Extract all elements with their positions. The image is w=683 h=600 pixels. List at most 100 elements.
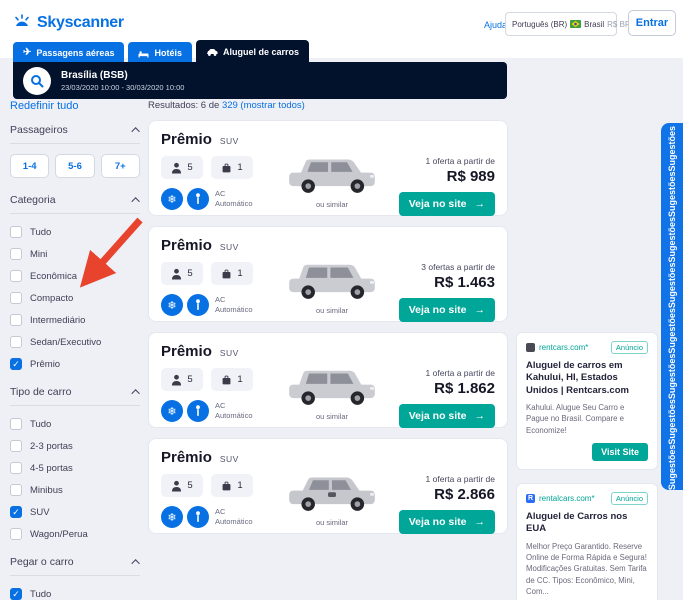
features-text: AC Automático: [215, 401, 253, 421]
section-passengers-header[interactable]: Passageiros: [10, 124, 140, 144]
checkbox-icon: [10, 292, 22, 304]
locale-language: Português (BR): [512, 19, 568, 29]
advertiser-favicon: R: [526, 493, 535, 503]
filter-category-sedan-executivo[interactable]: Sedan/Executivo: [10, 334, 140, 350]
product-tabs: ✈ Passagens aéreas Hotéis Aluguel de car…: [13, 40, 309, 64]
car-specs: 5 1 ❄ AC Automático: [161, 474, 281, 534]
advertiser-url[interactable]: rentalcars.com*: [539, 494, 607, 503]
filter-cartype-suv[interactable]: SUV: [10, 504, 140, 520]
person-icon: [172, 374, 182, 385]
car-category: Prêmio: [161, 131, 212, 148]
passengers-5-6-button[interactable]: 5-6: [55, 154, 95, 178]
section-category-title: Categoria: [10, 194, 56, 206]
price: R$ 2.866: [434, 486, 495, 503]
car-offer-card: Prêmio SUV 5 1 ❄ AC Automático ou simila…: [148, 438, 508, 534]
view-site-button[interactable]: Veja no site →: [398, 510, 495, 534]
offer-count-text: 1 oferta a partir de: [425, 474, 495, 484]
show-all-link[interactable]: 329 (mostrar todos): [222, 100, 305, 111]
car-specs: 5 1 ❄ AC Automático: [161, 156, 281, 216]
filter-cartype-tudo[interactable]: Tudo: [10, 416, 140, 432]
checkbox-label: 2-3 portas: [30, 440, 73, 452]
section-passengers-title: Passageiros: [10, 124, 68, 136]
car-offer-card: Prêmio SUV 5 1 ❄ AC Automático ou simila…: [148, 226, 508, 322]
view-site-button[interactable]: Veja no site →: [398, 298, 495, 322]
skyscanner-car-results-page: Skyscanner Ajuda Português (BR) Brasil R…: [0, 0, 683, 600]
ad-badge: Anúncio: [610, 491, 648, 505]
checkbox-label: Sedan/Executivo: [30, 336, 102, 348]
checkbox-label: Intermediário: [30, 314, 86, 326]
price: R$ 1.862: [434, 380, 495, 397]
car-category: Prêmio: [161, 449, 212, 466]
passengers-7plus-button[interactable]: 7+: [100, 154, 140, 178]
section-car-type-header[interactable]: Tipo de carro: [10, 386, 140, 406]
skyscanner-sun-icon: [12, 13, 32, 33]
filter-category-economica[interactable]: Econômica: [10, 268, 140, 284]
search-location: Brasília (BSB): [61, 69, 128, 81]
checkbox-label: Tudo: [30, 226, 52, 238]
car-icon: [206, 48, 218, 57]
arrow-right-icon: →: [474, 198, 486, 210]
view-site-button[interactable]: Veja no site →: [398, 192, 495, 216]
section-category-header[interactable]: Categoria: [10, 194, 140, 214]
view-site-button[interactable]: Veja no site →: [398, 404, 495, 428]
offer-count-text: 3 ofertas a partir de: [421, 262, 495, 272]
bed-icon: [138, 49, 149, 58]
tab-flights[interactable]: ✈ Passagens aéreas: [13, 42, 125, 64]
ac-snowflake-icon: ❄: [161, 188, 183, 210]
login-button[interactable]: Entrar: [628, 10, 676, 36]
reset-all-filters-link[interactable]: Redefinir tudo: [10, 100, 140, 112]
suitcase-icon: [222, 481, 231, 490]
skyscanner-logo[interactable]: Skyscanner: [12, 13, 124, 33]
filter-category-compacto[interactable]: Compacto: [10, 290, 140, 306]
car-offer-card: Prêmio SUV 5 1 ❄ AC Automático ou simila…: [148, 120, 508, 216]
transmission-label: Automático: [215, 411, 253, 420]
transmission-label: Automático: [215, 305, 253, 314]
ac-snowflake-icon: ❄: [161, 400, 183, 422]
filter-cartype-4-5-portas[interactable]: 4-5 portas: [10, 460, 140, 476]
suggestions-feedback-tab[interactable]: SugestõesSugestõesSugestõesSugestõesSuge…: [661, 123, 683, 490]
view-site-label: Veja no site: [408, 516, 467, 528]
tab-car-rental[interactable]: Aluguel de carros: [195, 40, 309, 64]
section-pickup-header[interactable]: Pegar o carro: [10, 556, 140, 576]
visit-site-button[interactable]: Visit Site: [592, 442, 648, 461]
price: R$ 1.463: [434, 274, 495, 291]
filter-cartype-2-3-portas[interactable]: 2-3 portas: [10, 438, 140, 454]
passengers-1-4-button[interactable]: 1-4: [10, 154, 50, 178]
gearshift-icon: [187, 294, 209, 316]
filter-pickup-tudo[interactable]: Tudo: [10, 586, 140, 600]
ad-title-link[interactable]: Aluguel de Carros nos EUA: [526, 511, 648, 536]
ad-description: Kahului. Alugue Seu Carro e Pague no Bra…: [526, 403, 625, 435]
car-image: [284, 152, 380, 198]
filter-cartype-wagon-perua[interactable]: Wagon/Perua: [10, 526, 140, 542]
ac-snowflake-icon: ❄: [161, 294, 183, 316]
filter-category-intermediario[interactable]: Intermediário: [10, 312, 140, 328]
ad-title-link[interactable]: Aluguel de carros em Kahului, HI, Estado…: [526, 360, 648, 397]
bags-chip: 1: [211, 262, 253, 285]
brand-wordmark: Skyscanner: [37, 14, 124, 31]
filter-category-premio[interactable]: Prêmio: [10, 356, 140, 372]
car-offer-card: Prêmio SUV 5 1 ❄ AC Automático ou simila…: [148, 332, 508, 428]
help-link[interactable]: Ajuda: [484, 20, 507, 30]
suitcase-icon: [222, 163, 231, 172]
seats-chip: 5: [161, 474, 203, 497]
ads-column: rentcars.com* Anúncio Aluguel de carros …: [516, 332, 658, 600]
tab-hotels-label: Hotéis: [154, 48, 182, 58]
filter-cartype-minibus[interactable]: Minibus: [10, 482, 140, 498]
car-class: SUV: [219, 136, 239, 146]
seats-chip: 5: [161, 368, 203, 391]
ad-description: Melhor Preço Garantido. Reserve Online d…: [526, 541, 647, 596]
filter-category-tudo[interactable]: Tudo: [10, 224, 140, 240]
tab-hotels[interactable]: Hotéis: [128, 42, 192, 64]
arrow-right-icon: →: [474, 410, 486, 422]
advertiser-favicon: [526, 343, 535, 352]
ac-label: AC: [215, 189, 226, 199]
gearshift-icon: [187, 188, 209, 210]
search-summary-bar[interactable]: Brasília (BSB) 23/03/2020 10:00 - 30/03/…: [13, 62, 507, 99]
similar-note: ou similar: [315, 412, 349, 421]
offer-count-text: 1 oferta a partir de: [425, 156, 495, 166]
filter-category-mini[interactable]: Mini: [10, 246, 140, 262]
locale-selector[interactable]: Português (BR) Brasil R$ BRL: [505, 12, 635, 36]
suitcase-icon: [222, 269, 231, 278]
advertiser-url[interactable]: rentcars.com*: [539, 343, 607, 352]
search-dates: 23/03/2020 10:00 - 30/03/2020 10:00: [61, 82, 185, 92]
